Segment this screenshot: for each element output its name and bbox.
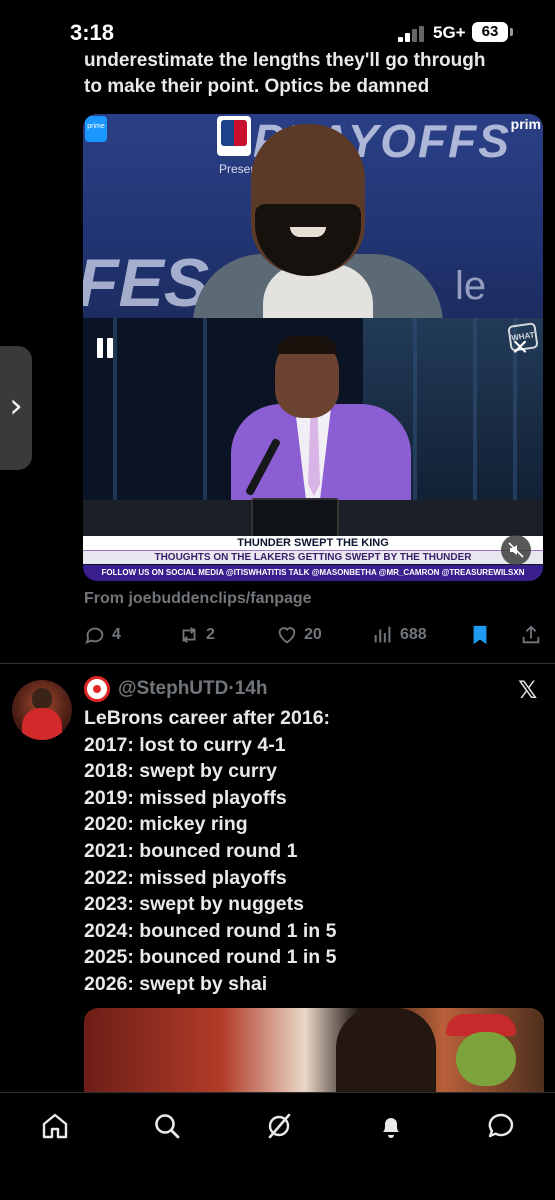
tweet2-line: 2024: bounced round 1 in 5 [84,919,337,942]
views-count: 688 [400,626,427,643]
video-bottom-panel: WHAT × THUNDER SWEPT THE KING THOUGHTS O… [83,318,543,581]
reply-button[interactable]: 4 [84,620,121,650]
network-type: 5G+ [433,23,466,42]
lower-third-headline: THUNDER SWEPT THE KING [83,536,543,550]
like-count: 20 [304,626,322,643]
reply-icon [85,627,104,644]
tweet2-line: 2020: mickey ring [84,813,248,836]
tweet2-line: 2022: missed playoffs [84,866,287,889]
lower-third-ticker: FOLLOW US ON SOCIAL MEDIA @ITISWHATITIS … [83,565,543,581]
tweet2-handle: @StephUTD [118,678,229,699]
home-icon[interactable] [40,1111,70,1141]
status-time: 3:18 [70,20,115,45]
tweet1-video[interactable]: PLAYOFFS FES le Present prime prim WHAT … [83,114,543,581]
battery-icon: 63 [472,22,508,42]
tweet2-text[interactable]: LeBrons career after 2016: 2017: lost to… [84,705,544,998]
tweet2-media[interactable] [84,1008,544,1098]
avatar[interactable] [12,680,72,740]
search-icon[interactable] [152,1111,182,1141]
tweet2-line: 2018: swept by curry [84,760,277,783]
desk-monitor [251,498,339,538]
tweet2-time: 14h [234,678,268,699]
views-icon [374,626,391,643]
battery-tip [510,28,513,36]
tweet2-header[interactable]: @StephUTD·14h [118,678,267,700]
like-button[interactable]: 20 [276,620,322,650]
repost-icon [182,627,196,643]
x-logo-icon: 𝕏 [518,676,538,704]
tweet1-line: underestimate the lengths they'll go thr… [84,50,486,71]
share-button[interactable] [520,620,548,650]
views-button[interactable]: 688 [372,620,427,650]
share-icon [522,625,540,644]
tweet2-line: 2023: swept by nuggets [84,893,304,916]
repost-button[interactable]: 2 [178,620,215,650]
tweet-divider [0,663,555,664]
video-source-link[interactable]: From joebuddenclips/fanpage [84,590,312,608]
mute-icon[interactable] [501,535,531,565]
press-conference-speaker [193,124,443,318]
tweet2-line: 2017: lost to curry 4-1 [84,733,286,756]
tweet2-line: 2019: missed playoffs [84,786,287,809]
tweet2-line: 2021: bounced round 1 [84,839,298,862]
tweet2-line: 2025: bounced round 1 in 5 [84,946,337,969]
messages-icon[interactable] [486,1111,516,1141]
tweet1-action-bar: 4 2 20 688 [0,620,555,650]
heart-icon [278,627,296,644]
grok-icon[interactable] [264,1111,294,1141]
video-top-panel: PLAYOFFS FES le Present prime prim [83,114,543,318]
bookmark-icon [473,625,487,645]
bookmark-button[interactable] [469,620,497,650]
lower-third: THUNDER SWEPT THE KING THOUGHTS ON THE L… [83,536,543,581]
prime-logo-text: prim [510,116,541,132]
notifications-icon[interactable] [376,1111,406,1141]
bottom-nav [0,1092,555,1200]
prime-video-logo: prime [85,116,107,142]
tweet2-line: LeBrons career after 2016: [84,707,331,729]
repost-count: 2 [206,626,215,643]
tweet1-text[interactable]: underestimate the lengths they'll go thr… [84,50,544,100]
lower-third-subheadline: THOUGHTS ON THE LAKERS GETTING SWEPT BY … [83,550,543,564]
pause-icon[interactable] [93,336,117,362]
tweet2-line: 2026: swept by shai [84,972,268,995]
bg-text-left: FES [83,245,210,318]
affiliate-badge-icon [84,676,110,702]
bg-text-right: le [455,264,487,308]
reply-count: 4 [112,626,121,643]
signal-icon [398,26,428,42]
edge-panel-handle[interactable]: › [0,346,32,470]
tweet1-line: to make their point. Optics be damned [84,76,430,97]
close-icon[interactable]: × [507,333,533,361]
